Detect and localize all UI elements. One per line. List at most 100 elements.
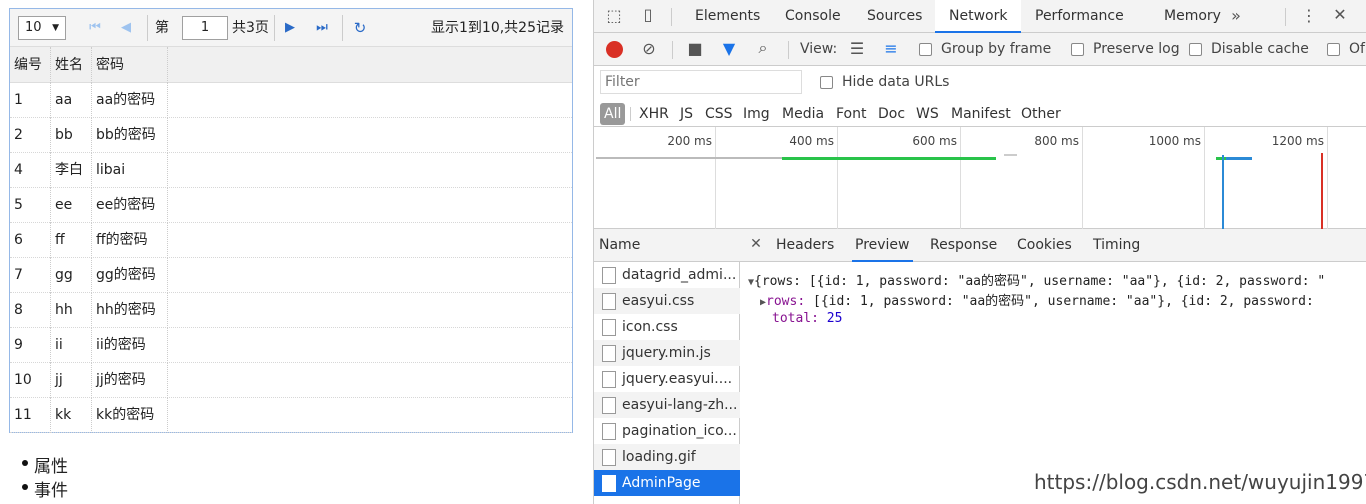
toolbar-separator [671, 8, 672, 26]
cell-password: libai [92, 153, 168, 188]
filter-type-other[interactable]: Other [1019, 103, 1063, 125]
filter-type-xhr[interactable]: XHR [637, 103, 671, 125]
cell-name: ee [51, 188, 92, 223]
filter-type-ws[interactable]: WS [914, 103, 941, 125]
page-number-input[interactable]: 1 [182, 16, 228, 40]
table-row[interactable]: 7 gg gg的密码 [10, 258, 572, 293]
screenshot-camera-icon[interactable]: ■ [685, 39, 705, 58]
hide-data-urls-label: Hide data URLs [842, 74, 950, 90]
request-row[interactable]: icon.css [594, 314, 740, 340]
tab-headers[interactable]: Headers [774, 229, 836, 262]
search-icon[interactable]: ⌕ [754, 38, 772, 58]
disable-cache-label: Disable cache [1211, 41, 1309, 57]
refresh-icon[interactable]: ↻ [351, 18, 369, 38]
last-page-icon[interactable]: ⏭ [313, 18, 331, 38]
table-row[interactable]: 10 jj jj的密码 [10, 363, 572, 398]
tab-preview[interactable]: Preview [852, 229, 913, 262]
preview-rows-line[interactable]: ▶rows: [{id: 1, password: "aa的密码", usern… [760, 290, 1314, 309]
inspect-element-icon[interactable]: ⬚ [604, 6, 624, 25]
grid-header: 编号 姓名 密码 [10, 47, 572, 83]
timeline-gridline [960, 127, 961, 229]
filter-type-css[interactable]: CSS [703, 103, 735, 125]
waterfall-view-icon[interactable]: ≡ [881, 39, 901, 58]
device-toolbar-icon[interactable]: ▯ [638, 5, 658, 24]
table-row[interactable]: 9 ii ii的密码 [10, 328, 572, 363]
request-row[interactable]: datagrid_admi... [594, 262, 740, 288]
column-header-password[interactable]: 密码 [92, 47, 168, 83]
file-icon [602, 293, 616, 310]
filter-type-js[interactable]: JS [678, 103, 695, 125]
clear-icon[interactable]: ⊘ [640, 39, 658, 58]
close-icon[interactable]: ✕ [1330, 5, 1350, 24]
tab-cookies[interactable]: Cookies [1015, 229, 1074, 262]
cell-password: bb的密码 [92, 118, 168, 153]
cell-id: 2 [10, 118, 51, 153]
filter-type-img[interactable]: Img [741, 103, 772, 125]
column-header-name[interactable]: 姓名 [51, 47, 92, 83]
name-column-header[interactable]: Name [594, 229, 740, 262]
tab-performance[interactable]: Performance [1031, 0, 1128, 33]
list-view-icon[interactable]: ☰ [848, 39, 866, 58]
file-icon [602, 423, 616, 440]
request-name: icon.css [622, 319, 678, 335]
table-row[interactable]: 2 bb bb的密码 [10, 118, 572, 153]
tab-network[interactable]: Network [935, 0, 1022, 33]
filter-input[interactable] [600, 70, 802, 94]
cell-id: 8 [10, 293, 51, 328]
request-row[interactable]: easyui-lang-zh... [594, 392, 740, 418]
first-page-icon[interactable]: ⏮ [86, 18, 104, 38]
table-row[interactable]: 6 ff ff的密码 [10, 223, 572, 258]
table-row[interactable]: 5 ee ee的密码 [10, 188, 572, 223]
hide-data-urls-checkbox[interactable] [820, 76, 833, 89]
request-row[interactable]: pagination_ico... [594, 418, 740, 444]
table-row[interactable]: 4 李白 libai [10, 153, 572, 188]
request-row[interactable]: jquery.min.js [594, 340, 740, 366]
cell-id: 7 [10, 258, 51, 293]
close-detail-icon[interactable]: ✕ [748, 236, 764, 252]
more-tabs-icon[interactable]: » [1226, 6, 1246, 25]
kebab-menu-icon[interactable]: ⋮ [1299, 6, 1319, 25]
request-row[interactable]: loading.gif [594, 444, 740, 470]
tab-console[interactable]: Console [781, 0, 845, 33]
filter-type-manifest[interactable]: Manifest [949, 103, 1013, 125]
toolbar-separator [788, 41, 789, 59]
table-row[interactable]: 1 aa aa的密码 [10, 83, 572, 118]
page-prefix-label: 第 [155, 20, 169, 36]
toolbar-separator [1285, 8, 1286, 26]
cell-password: hh的密码 [92, 293, 168, 328]
page-size-select[interactable]: 10 ▼ [18, 16, 66, 40]
tab-sources[interactable]: Sources [863, 0, 926, 33]
next-page-icon[interactable]: ▶ [281, 18, 299, 38]
preserve-log-checkbox[interactable] [1071, 43, 1084, 56]
table-row[interactable]: 8 hh hh的密码 [10, 293, 572, 328]
cell-password: ff的密码 [92, 223, 168, 258]
tab-timing[interactable]: Timing [1091, 229, 1142, 262]
request-row[interactable]: jquery.easyui.... [594, 366, 740, 392]
network-overview-timeline[interactable]: 200 ms 400 ms 600 ms 800 ms 1000 ms 1200… [594, 127, 1366, 229]
group-by-frame-checkbox[interactable] [919, 43, 932, 56]
request-name: easyui-lang-zh... [622, 397, 738, 413]
tab-response[interactable]: Response [928, 229, 999, 262]
request-row[interactable]: easyui.css [594, 288, 740, 314]
filter-icon[interactable]: ▼ [720, 39, 738, 58]
preserve-log-label: Preserve log [1093, 41, 1180, 57]
prev-page-icon[interactable]: ◀ [117, 18, 135, 38]
filter-type-media[interactable]: Media [780, 103, 826, 125]
cell-id: 6 [10, 223, 51, 258]
file-icon [602, 319, 616, 336]
table-row[interactable]: 11 kk kk的密码 [10, 398, 572, 433]
cell-id: 5 [10, 188, 51, 223]
disable-cache-checkbox[interactable] [1189, 43, 1202, 56]
file-icon [602, 267, 616, 284]
column-header-id[interactable]: 编号 [10, 47, 51, 83]
tab-elements[interactable]: Elements [691, 0, 764, 33]
preview-root-line[interactable]: ▼{rows: [{id: 1, password: "aa的密码", user… [748, 270, 1325, 289]
filter-type-font[interactable]: Font [834, 103, 868, 125]
timeline-bar [1004, 154, 1017, 156]
tab-memory[interactable]: Memory [1160, 0, 1225, 33]
filter-type-all[interactable]: All [600, 103, 626, 125]
request-row[interactable]: AdminPage [594, 470, 740, 496]
offline-checkbox[interactable] [1327, 43, 1340, 56]
record-icon[interactable] [606, 41, 623, 58]
filter-type-doc[interactable]: Doc [876, 103, 907, 125]
